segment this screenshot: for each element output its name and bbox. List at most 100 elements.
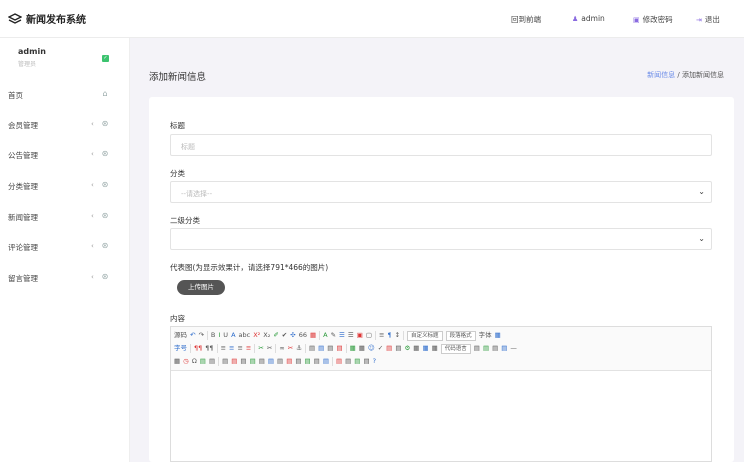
sidebar-item-members[interactable]: 会员管理 ‹ ⊛ [0,110,130,140]
sidebar-item-home[interactable]: 首页 ⌂ [0,80,130,110]
toolbar-button[interactable]: ▤ [492,343,498,354]
sidebar-item-categories[interactable]: 分类管理 ‹ ⊛ [0,171,130,201]
toolbar-button[interactable]: ¶¶ [194,343,202,354]
toolbar-button[interactable]: ≡ [229,343,234,354]
toolbar-button[interactable]: 66 [299,330,307,341]
toolbar-button[interactable]: ◷ [183,356,189,367]
toolbar-button[interactable]: ▤ [474,343,480,354]
toolbar-button[interactable]: ▤ [295,356,301,367]
upload-image-button[interactable]: 上传图片 [177,280,225,295]
toolbar-button[interactable]: ▤ [354,356,360,367]
toolbar-button[interactable]: ✂ [258,343,263,354]
toolbar-button[interactable]: ✂ [267,343,272,354]
app-logo[interactable]: 新闻发布系统 [8,11,86,26]
toolbar-button[interactable]: ▦ [413,343,419,354]
toolbar-button[interactable]: ▤ [268,356,274,367]
sidebar-item-messages[interactable]: 留言管理 ‹ ⊛ [0,263,130,293]
category-select[interactable]: --请选择-- ⌄ [170,181,712,203]
back-to-frontend-link[interactable]: 回到前端 [511,14,541,25]
toolbar-button[interactable]: ✐ [273,330,278,341]
toolbar-button[interactable]: ▤ [200,356,206,367]
toolbar-button[interactable]: abc [239,330,251,341]
toolbar-button[interactable]: ☰ [348,330,354,341]
rich-text-editor[interactable]: 源码 ↶ ↷ B I U Aabc X² X₂ ✐ ✔ ✣ 66 ▦ A ✎ ☰ ☰ ▣ ▢ ≡ ¶ ↕ 自定义标题 段落格式字… [170,326,712,462]
toolbar-button[interactable]: ✔ [282,330,287,341]
toolbar-button[interactable]: ▤ [336,356,342,367]
toolbar-button[interactable]: ▢ [366,330,372,341]
toolbar-button[interactable]: ∞ [279,343,284,354]
toolbar-button[interactable]: — [510,343,517,354]
toolbar-button[interactable]: X² [253,330,260,341]
toolbar-button[interactable]: ▦ [359,343,365,354]
toolbar-button[interactable]: ▤ [318,343,324,354]
toolbar-button[interactable]: ? [373,356,376,367]
toolbar-button[interactable]: ▤ [250,356,256,367]
toolbar-button[interactable]: U [223,330,228,341]
toolbar-button[interactable]: ▤ [259,356,265,367]
toolbar-button[interactable]: ▤ [240,356,246,367]
toolbar-button[interactable]: ▤ [309,343,315,354]
toolbar-button[interactable]: ▦ [432,343,438,354]
toolbar-button[interactable]: ⚓ [296,343,302,354]
toolbar-button[interactable]: Ω [192,356,197,367]
toolbar-button[interactable]: ¶ [387,330,391,341]
toolbar-button[interactable]: ↷ [198,330,203,341]
toolbar-button[interactable]: 字号 [174,343,187,354]
logout-link[interactable]: ⇥ 退出 [696,14,720,25]
toolbar-button[interactable]: ▤ [483,343,489,354]
toolbar-button[interactable]: ↕ [395,330,400,341]
toolbar-button[interactable]: ✎ [331,330,336,341]
toolbar-button[interactable]: ▤ [363,356,369,367]
toolbar-button[interactable]: ▤ [286,356,292,367]
toolbar-button[interactable]: ▤ [323,356,329,367]
toolbar-button[interactable]: ¶¶ [205,343,213,354]
toolbar-button[interactable]: ✣ [290,330,295,341]
toolbar-button[interactable]: ▤ [277,356,283,367]
toolbar-button[interactable]: ≡ [379,330,384,341]
toolbar-button[interactable]: ▦ [310,330,316,341]
toolbar-button[interactable]: ▤ [314,356,320,367]
toolbar-button[interactable]: 源码 [174,330,187,341]
toolbar-button[interactable]: ≡ [246,343,251,354]
toolbar-button[interactable]: ▤ [231,356,237,367]
sidebar-item-announcements[interactable]: 公告管理 ‹ ⊛ [0,140,130,170]
toolbar-button[interactable]: ☰ [339,330,345,341]
toolbar-button[interactable]: ▤ [386,343,392,354]
toolbar-dropdown[interactable]: 代码语言 [440,343,471,354]
toolbar-button[interactable]: ▦ [174,356,180,367]
change-password-link[interactable]: ▣ 修改密码 [633,14,673,25]
toolbar-button[interactable]: A [323,330,327,341]
toolbar-button[interactable]: ☺ [368,343,375,354]
sidebar-item-comments[interactable]: 评论管理 ‹ ⊛ [0,232,130,262]
toolbar-button[interactable]: ▤ [345,356,351,367]
toolbar-button[interactable]: ▤ [501,343,507,354]
toolbar-button[interactable]: X₂ [263,330,270,341]
toolbar-button[interactable]: ✓ [378,343,383,354]
toolbar-button[interactable]: ✂ [288,343,293,354]
toolbar-button[interactable]: A [231,330,235,341]
sidebar-item-news[interactable]: 新闻管理 ‹ ⊛ [0,202,130,232]
toolbar-button[interactable]: ↶ [190,330,195,341]
toolbar-dropdown[interactable]: 段落格式 [445,330,476,341]
toolbar-button[interactable]: ≡ [221,343,226,354]
current-user-link[interactable]: ♟ admin [572,14,605,23]
toolbar-button[interactable]: ▤ [327,343,333,354]
toolbar-button[interactable]: ▤ [209,356,215,367]
toolbar-dropdown[interactable]: 自定义标题 [407,330,443,341]
toolbar-button[interactable]: B [211,330,215,341]
toolbar-button[interactable]: ▦ [422,343,428,354]
title-input[interactable]: 标题 [170,134,712,156]
toolbar-button[interactable]: ▦ [350,343,356,354]
toolbar-button[interactable]: ▤ [336,343,342,354]
toolbar-button[interactable]: ▦ [495,330,501,341]
toolbar-button[interactable]: ▤ [222,356,228,367]
breadcrumb-parent-link[interactable]: 新闻信息 [647,71,675,79]
toolbar-button[interactable]: ▤ [305,356,311,367]
toolbar-button[interactable]: ▤ [395,343,401,354]
toolbar-button[interactable]: 字体 [479,330,492,341]
toolbar-button[interactable]: I [218,330,220,341]
subcategory-select[interactable]: ⌄ [170,228,712,250]
toolbar-button[interactable]: ▣ [357,330,363,341]
toolbar-button[interactable]: ⚙ [404,343,410,354]
toolbar-button[interactable]: ≡ [237,343,242,354]
